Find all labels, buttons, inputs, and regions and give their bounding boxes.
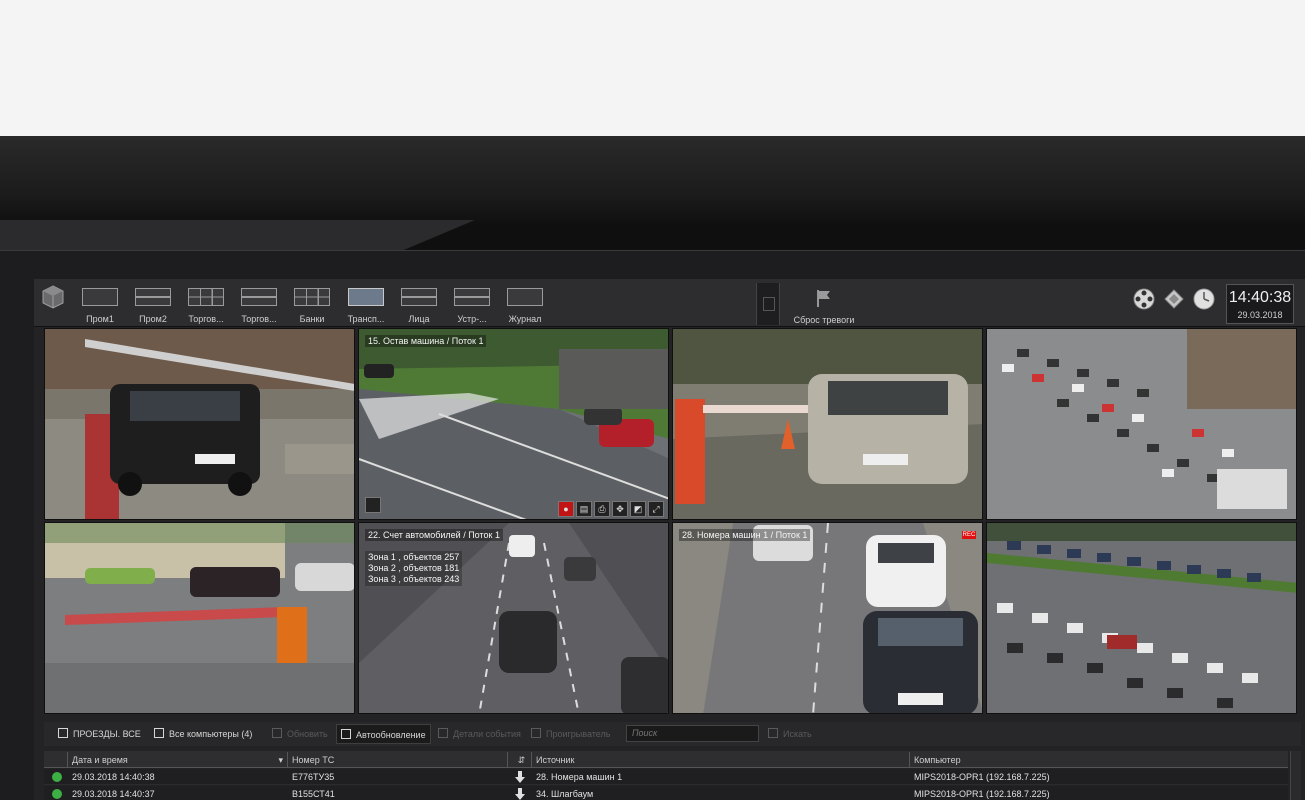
ptz-button[interactable]: ✥ xyxy=(612,501,628,517)
direction-sort-icon: ⇵ xyxy=(517,755,526,765)
network-icon xyxy=(154,728,164,738)
table-row[interactable] xyxy=(44,769,1288,785)
app-logo-icon[interactable] xyxy=(40,284,66,310)
column-computer[interactable]: Компьютер xyxy=(910,752,1288,768)
camera-tile-3[interactable] xyxy=(672,328,983,520)
camera-tile-2[interactable]: 15. Остав машина / Поток 1 ● ▤ ⎙ ✥ ◩ ⤢ xyxy=(358,328,669,520)
layout-button-banks[interactable]: Банки xyxy=(288,286,336,324)
recording-indicator: REC xyxy=(962,531,976,539)
table-scrollbar[interactable] xyxy=(1290,751,1301,800)
column-datetime[interactable]: Дата и время ▾ xyxy=(68,752,288,768)
monitor-bezel-edge xyxy=(0,220,475,250)
flag-icon xyxy=(817,290,830,307)
clock-icon[interactable] xyxy=(1192,287,1216,313)
find-button[interactable]: Искать xyxy=(764,724,816,744)
table-row[interactable] xyxy=(44,786,1288,800)
camera-controls: ● ▤ ⎙ ✥ ◩ ⤢ xyxy=(556,499,664,517)
check-icon xyxy=(52,789,62,799)
camera-tile-6[interactable]: 22. Счет автомобилей / Поток 1 Зона 1 , … xyxy=(358,522,669,714)
layout-single-icon xyxy=(82,288,118,306)
layout-button-devices[interactable]: Устр-... xyxy=(448,286,496,324)
column-plate[interactable]: Номер ТС xyxy=(288,752,508,768)
layout-button-journal[interactable]: Журнал xyxy=(501,286,549,324)
passes-filter-button[interactable]: ПРОЕЗДЫ. ВСЕ xyxy=(54,724,145,744)
sort-down-icon: ▾ xyxy=(278,755,283,765)
camera-tile-1[interactable] xyxy=(44,328,355,520)
layout-split-icon xyxy=(241,288,277,306)
grip-icon xyxy=(763,297,775,311)
layout-grid-icon xyxy=(348,288,384,306)
search-icon xyxy=(768,728,778,738)
layout-button-transport[interactable]: Трансп... xyxy=(342,286,390,324)
snapshot-button[interactable]: ◩ xyxy=(630,501,646,517)
page-background xyxy=(0,0,1305,136)
zone-counter: Зона 1 , объектов 257 Зона 2 , объектов … xyxy=(365,551,463,586)
camera-view-barrier-gate xyxy=(673,329,982,519)
autorefresh-toggle[interactable]: Автообновление xyxy=(336,724,431,744)
record-button[interactable]: ● xyxy=(558,501,574,517)
layout-button-prom1[interactable]: Пром1 xyxy=(76,286,124,324)
layout-grid-icon xyxy=(294,288,330,306)
print-button[interactable]: ⎙ xyxy=(594,501,610,517)
layout-button-trade2[interactable]: Торгов... xyxy=(235,286,283,324)
archive-button[interactable]: ▤ xyxy=(576,501,592,517)
camera-tile-4[interactable] xyxy=(986,328,1297,520)
search-input[interactable]: Поиск xyxy=(626,725,759,742)
autorefresh-icon xyxy=(341,729,351,739)
arrow-down-icon xyxy=(515,771,525,783)
camera-settings-button[interactable] xyxy=(365,497,381,513)
fullscreen-button[interactable]: ⤢ xyxy=(648,501,664,517)
layout-single-icon xyxy=(507,288,543,306)
details-icon xyxy=(438,728,448,738)
layout-button-trade1[interactable]: Торгов... xyxy=(182,286,230,324)
alarm-reset-button[interactable]: Сброс тревоги xyxy=(792,286,856,325)
player-button[interactable]: Проигрыватель xyxy=(527,724,614,744)
layout-split-icon xyxy=(454,288,490,306)
camera-view-big-parking xyxy=(987,523,1296,713)
event-details-button[interactable]: Детали события xyxy=(434,724,525,744)
film-reel-icon[interactable] xyxy=(1132,287,1156,313)
layout-grid-icon xyxy=(188,288,224,306)
layout-button-prom2[interactable]: Пром2 xyxy=(129,286,177,324)
camera-tile-8[interactable] xyxy=(986,522,1297,714)
refresh-button[interactable]: Обновить xyxy=(268,724,332,744)
camera-view-parking-lot xyxy=(987,329,1296,519)
camera-tile-7[interactable]: 28. Номера машин 1 / Поток 1 REC xyxy=(672,522,983,714)
camera-view-courtyard-barrier xyxy=(45,523,354,713)
camera-view-road-crossing xyxy=(359,329,668,519)
system-clock: 14:40:38 29.03.2018 xyxy=(1226,284,1294,324)
check-icon xyxy=(52,772,62,782)
camera-view-barrier-parking xyxy=(45,329,354,519)
camera-tile-5[interactable] xyxy=(44,522,355,714)
column-source[interactable]: Источник xyxy=(532,752,910,768)
settings-puzzle-icon[interactable] xyxy=(1162,287,1186,313)
layout-split-icon xyxy=(135,288,171,306)
camera-view-license-plates xyxy=(673,523,982,713)
toolbar-splitter[interactable] xyxy=(756,283,780,325)
layout-split-icon xyxy=(401,288,437,306)
column-status[interactable] xyxy=(44,752,68,768)
refresh-icon xyxy=(272,728,282,738)
column-direction[interactable]: ⇵ xyxy=(508,752,532,768)
player-icon xyxy=(531,728,541,738)
list-icon xyxy=(58,728,68,738)
layout-button-faces[interactable]: Лица xyxy=(395,286,443,324)
computers-filter-button[interactable]: Все компьютеры (4) xyxy=(150,724,256,744)
arrow-down-icon xyxy=(515,788,525,800)
